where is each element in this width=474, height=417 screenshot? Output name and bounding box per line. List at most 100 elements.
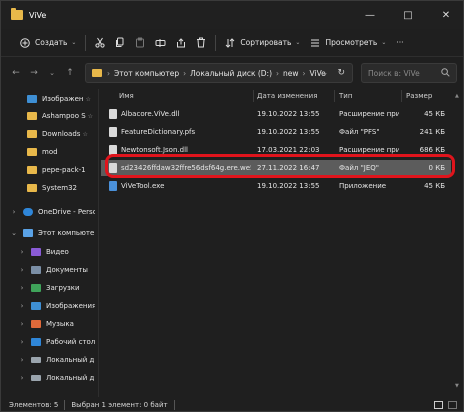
share-button[interactable] (171, 32, 191, 54)
cut-button[interactable] (90, 32, 110, 54)
forward-arrow-icon[interactable]: → (25, 63, 43, 83)
pin-icon: ☆ (87, 112, 94, 120)
address-dropdown-icon[interactable]: ⌄ (322, 69, 328, 77)
scroll-up-icon[interactable]: ▲ (455, 93, 459, 99)
column-header-date[interactable]: Дата изменения (257, 89, 317, 103)
column-divider[interactable] (334, 90, 335, 102)
sort-button[interactable]: Сортировать ⌄ (220, 32, 305, 54)
chevron-right-icon[interactable]: › (17, 266, 27, 274)
sidebar-item-downloads[interactable]: › Загрузки (17, 280, 80, 296)
refresh-icon[interactable]: ↻ (337, 68, 345, 78)
minimize-button[interactable]: — (351, 1, 389, 29)
file-size: 45 КБ (424, 110, 445, 118)
sidebar-item-ashampoo[interactable]: Ashampoo S ☆ (27, 108, 93, 124)
table-row[interactable]: FeatureDictionary.pfs 19.10.2022 13:55 Ф… (101, 124, 451, 140)
column-header-name[interactable]: Имя (119, 89, 134, 103)
details-view-icon[interactable] (434, 401, 443, 409)
sidebar-item-music[interactable]: › Музыка (17, 316, 74, 332)
chevron-down-icon[interactable]: ⌄ (9, 229, 19, 237)
pin-icon: ☆ (85, 95, 91, 103)
folder-icon (27, 148, 37, 156)
vertical-scrollbar[interactable]: ▲ ▼ (455, 93, 461, 389)
desktop-folder-icon (31, 338, 41, 346)
sidebar-item-label: pepe-pack-1 (42, 166, 86, 174)
sidebar-item-system32[interactable]: System32 (27, 180, 77, 196)
chevron-right-icon[interactable]: › (17, 302, 27, 310)
scissors-icon (95, 37, 106, 48)
column-header-size[interactable]: Размер (406, 89, 432, 103)
file-size: 686 КБ (419, 146, 445, 154)
address-bar[interactable]: › Этот компьютер › Локальный диск (D:) ›… (85, 63, 353, 83)
sidebar-item-downloads-pinned[interactable]: Downloads ☆ (27, 126, 88, 142)
sidebar-item-documents[interactable]: › Документы (17, 262, 88, 278)
sidebar-item-local-disk-2[interactable]: › Локальный ди (17, 370, 95, 386)
title-bar: ViVe — □ ✕ (1, 1, 463, 29)
close-button[interactable]: ✕ (427, 1, 465, 29)
breadcrumb-new[interactable]: new (283, 69, 299, 78)
chevron-right-icon: › (183, 68, 187, 78)
maximize-button[interactable]: □ (389, 1, 427, 29)
up-arrow-icon[interactable]: ↑ (61, 63, 79, 83)
scroll-down-icon[interactable]: ▼ (455, 383, 459, 389)
sidebar-item-this-pc[interactable]: ⌄ Этот компьютер (9, 225, 95, 241)
sidebar-item-desktop[interactable]: › Рабочий стол (17, 334, 95, 350)
chevron-right-icon[interactable]: › (17, 356, 27, 364)
paste-button[interactable] (130, 32, 150, 54)
view-button[interactable]: Просмотреть ⌄ (305, 32, 391, 54)
file-name: FeatureDictionary.pfs (121, 128, 196, 136)
chevron-right-icon[interactable]: › (17, 284, 27, 292)
copy-button[interactable] (110, 32, 130, 54)
view-list-icon (310, 38, 320, 48)
rename-icon (155, 38, 166, 48)
search-box[interactable]: Поиск в: ViVe (361, 63, 457, 83)
chevron-right-icon[interactable]: › (17, 248, 27, 256)
sidebar-item-pictures-pinned[interactable]: Изображен ☆ (27, 91, 91, 107)
sidebar-item-label: Изображен (42, 95, 84, 103)
file-type: Расширение при... (339, 146, 399, 154)
breadcrumb-drive-d[interactable]: Локальный диск (D:) (190, 69, 272, 78)
column-divider[interactable] (253, 90, 254, 102)
trash-icon (196, 37, 206, 48)
pane-divider[interactable] (98, 89, 99, 397)
more-button[interactable]: ··· (391, 32, 408, 54)
file-type: Расширение при... (339, 110, 399, 118)
sidebar-item-videos[interactable]: › Видео (17, 244, 69, 260)
folder-app-icon (11, 8, 23, 20)
file-icon (109, 127, 117, 137)
status-item-count: Элементов: 5 (9, 401, 59, 409)
chevron-right-icon[interactable]: › (17, 374, 27, 382)
delete-button[interactable] (191, 32, 211, 54)
sidebar-item-pepe-pack[interactable]: pepe-pack-1 (27, 162, 86, 178)
documents-folder-icon (31, 266, 41, 274)
table-row[interactable]: Albacore.ViVe.dll 19.10.2022 13:55 Расши… (101, 106, 451, 122)
file-type: Файл "PFS" (339, 128, 380, 136)
sidebar-item-label: Видео (46, 248, 69, 256)
chevron-right-icon[interactable]: › (9, 208, 19, 216)
sidebar-item-label: System32 (42, 184, 78, 192)
downloads-folder-icon (31, 284, 41, 292)
pin-icon: ☆ (82, 130, 88, 138)
sidebar-item-label: Документы (46, 266, 88, 274)
recent-chevron-icon[interactable]: ⌄ (43, 63, 61, 83)
drive-icon (31, 375, 41, 381)
table-row[interactable]: ViVeTool.exe 19.10.2022 13:55 Приложение… (101, 178, 451, 194)
tiles-view-icon[interactable] (448, 401, 457, 409)
column-divider[interactable] (401, 90, 402, 102)
breadcrumb-this-pc[interactable]: Этот компьютер (114, 69, 179, 78)
new-button[interactable]: Создать ⌄ (15, 32, 81, 54)
rename-button[interactable] (150, 32, 171, 54)
status-divider (173, 400, 175, 410)
chevron-right-icon[interactable]: › (17, 338, 27, 346)
sidebar-item-local-disk-1[interactable]: › Локальный ди (17, 352, 95, 368)
sidebar-item-label: Локальный ди (46, 356, 95, 364)
back-arrow-icon[interactable]: ← (7, 63, 25, 83)
column-header-type[interactable]: Тип (339, 89, 352, 103)
pictures-folder-icon (27, 95, 37, 103)
folder-icon (27, 166, 37, 174)
chevron-right-icon[interactable]: › (17, 320, 27, 328)
sidebar-item-pictures[interactable]: › Изображения (17, 298, 95, 314)
file-date: 19.10.2022 13:55 (257, 110, 320, 118)
copy-icon (115, 37, 125, 48)
sidebar-item-onedrive[interactable]: › OneDrive - Perso (9, 204, 95, 220)
sidebar-item-mod[interactable]: mod (27, 144, 58, 160)
